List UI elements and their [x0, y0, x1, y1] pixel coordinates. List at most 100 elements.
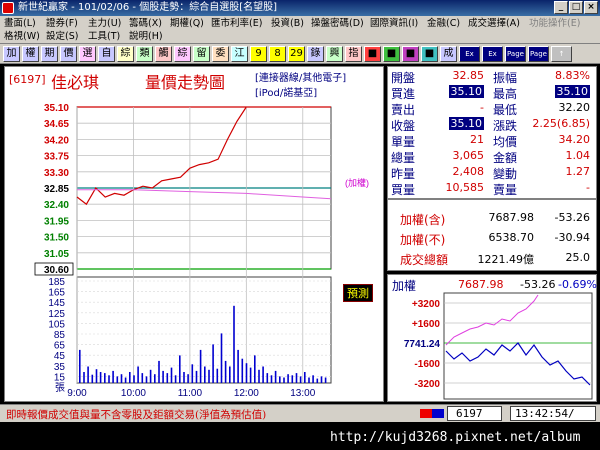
menu-trading-code[interactable]: 操盤密碼(D) — [311, 17, 364, 30]
volume-bar-43 — [258, 369, 260, 383]
toolbar-button-26[interactable]: Page — [505, 46, 526, 62]
toolbar-button-23[interactable]: 成 — [440, 46, 457, 62]
quote-label-5b: 金額 — [493, 151, 518, 165]
volume-bar-35 — [224, 360, 227, 383]
menu-intl[interactable]: 國際資訊(I) — [370, 17, 418, 30]
toolbar-button-22[interactable]: ■ — [421, 46, 438, 62]
volume-bar-20 — [162, 370, 164, 383]
toolbar-button-27[interactable]: Page — [528, 46, 549, 62]
toolbar-button-3[interactable]: 價 — [60, 46, 77, 62]
toolbar-button-20[interactable]: ■ — [383, 46, 400, 62]
volume-bar-45 — [266, 373, 269, 383]
toolbar-button-8[interactable]: 觸 — [155, 46, 172, 62]
volume-bar-24 — [179, 355, 181, 383]
volume-bar-44 — [262, 366, 264, 383]
menu-help[interactable]: 說明(H) — [129, 30, 163, 43]
quote-value-5b: 1.04 — [565, 149, 591, 162]
quote-value-2b: 32.20 — [558, 101, 591, 114]
volume-bar-30 — [204, 366, 206, 383]
toolbar-button-17[interactable]: 興 — [326, 46, 343, 62]
quote-label-4a: 單量 — [391, 135, 416, 149]
index-value-0: 7687.98 — [488, 211, 535, 224]
toolbar-button-15[interactable]: 29 — [288, 46, 305, 62]
menu-securities[interactable]: 證券(F) — [46, 17, 78, 30]
volume-bar-2 — [87, 366, 89, 383]
volume-tick-label-4: 105 — [48, 319, 65, 330]
mini-tick-label-1: +1600 — [412, 319, 441, 330]
price-volume-chart-panel: [6197] 佳必琪 量價走勢圖 [連接器線/其他電子] [iPod/諾基亞] … — [4, 66, 384, 402]
mini-chart-svg: +3200 +1600 7741.24 -1600 -3200 — [404, 292, 593, 400]
app-icon[interactable] — [2, 2, 14, 14]
menu-tools[interactable]: 工具(T) — [88, 30, 120, 43]
menu-functions[interactable]: 功能操作(E) — [529, 17, 580, 30]
quote-value-5a: 3,065 — [452, 149, 485, 162]
volume-bar-17 — [149, 369, 152, 383]
toolbar-button-10[interactable]: 留 — [193, 46, 210, 62]
volume-bar-28 — [195, 370, 198, 383]
price-tick-label-2: 34.20 — [44, 135, 69, 146]
toolbar-button-16[interactable]: 錄 — [307, 46, 324, 62]
menu-finance[interactable]: 金融(C) — [427, 17, 460, 30]
toolbar-button-1[interactable]: 權 — [22, 46, 39, 62]
menu-chips[interactable]: 籌碼(X) — [129, 17, 162, 30]
toolbar-button-2[interactable]: 期 — [41, 46, 58, 62]
toolbar-button-9[interactable]: 綜 — [174, 46, 191, 62]
volume-bar-38 — [237, 349, 239, 383]
volume-bar-29 — [199, 349, 202, 383]
menu-settings[interactable]: 設定(S) — [46, 30, 78, 43]
stock-code-input[interactable]: 6197 — [447, 406, 502, 421]
toolbar-button-14[interactable]: 8 — [269, 46, 286, 62]
menu-major[interactable]: 主力(U) — [88, 17, 121, 30]
toolbar-button-28[interactable]: ↑ — [551, 46, 572, 62]
volume-bar-22 — [170, 367, 173, 383]
toolbar-button-11[interactable]: 委 — [212, 46, 229, 62]
toolbar-button-19[interactable]: ■ — [364, 46, 381, 62]
index-label-2: 成交總額 — [400, 253, 449, 267]
menu-screen[interactable]: 畫面(L) — [4, 17, 36, 30]
toolbar-button-7[interactable]: 類 — [136, 46, 153, 62]
volume-bar-50 — [287, 374, 289, 383]
price-tick-label-7: 31.95 — [44, 216, 69, 227]
menu-view[interactable]: 格視(W) — [4, 30, 40, 43]
quote-value-3a: 35.10 — [448, 117, 484, 130]
price-tick-label-1: 34.65 — [44, 119, 69, 130]
toolbar-button-24[interactable]: Ex — [459, 46, 480, 62]
toolbar-button-5[interactable]: 自 — [98, 46, 115, 62]
volume-bar-49 — [283, 377, 285, 383]
close-button[interactable]: × — [584, 1, 598, 14]
quote-label-5a: 總量 — [391, 151, 416, 165]
volume-bar-16 — [145, 376, 148, 383]
menu-trade-select[interactable]: 成交選擇(A) — [468, 17, 520, 30]
volume-bar-58 — [320, 376, 323, 383]
toolbar-button-12[interactable]: 江 — [231, 46, 248, 62]
toolbar-button-18[interactable]: 指 — [345, 46, 362, 62]
price-tick-label-8: 31.50 — [44, 233, 69, 244]
toolbar-button-21[interactable]: ■ — [402, 46, 419, 62]
toolbar-button-6[interactable]: 綜 — [117, 46, 134, 62]
minimize-button[interactable]: _ — [554, 1, 568, 14]
time-tick-label-0: 9:00 — [67, 388, 87, 399]
toolbar-button-13[interactable]: 9 — [250, 46, 267, 62]
toolbar: 加權期價選自綜類觸綜留委江 9 8 29 錄興指 ■ ■ ■ ■ 成 Ex Ex Page Page ↑ — [0, 44, 600, 64]
price-tick-label-4: 33.30 — [44, 168, 69, 179]
menu-invest[interactable]: 投資(B) — [271, 17, 304, 30]
volume-bar-14 — [137, 366, 139, 383]
menu-fx-rates[interactable]: 匯市利率(E) — [211, 17, 262, 30]
volume-tick-label-2: 145 — [48, 298, 65, 309]
forecast-badge[interactable]: 預測 — [343, 284, 373, 302]
volume-tick-label-3: 125 — [48, 309, 65, 320]
volume-bar-7 — [108, 375, 110, 383]
quote-label-0a: 開盤 — [391, 71, 416, 85]
toolbar-button-0[interactable]: 加 — [3, 46, 20, 62]
window-title: 新世紀贏家 - 101/02/06 - 個股走勢：綜合自選股[名望股] — [18, 2, 278, 13]
time-tick-label-3: 12:00 — [234, 388, 259, 399]
volume-bar-48 — [279, 376, 281, 383]
volume-bar-10 — [120, 374, 123, 383]
volume-bar-57 — [316, 378, 319, 383]
maximize-button[interactable]: □ — [569, 1, 583, 14]
toolbar-button-25[interactable]: Ex — [482, 46, 503, 62]
quote-value-1b: 35.10 — [554, 85, 590, 98]
volume-bar-13 — [133, 375, 135, 383]
toolbar-button-4[interactable]: 選 — [79, 46, 96, 62]
menu-options[interactable]: 期權(Q) — [170, 17, 204, 30]
